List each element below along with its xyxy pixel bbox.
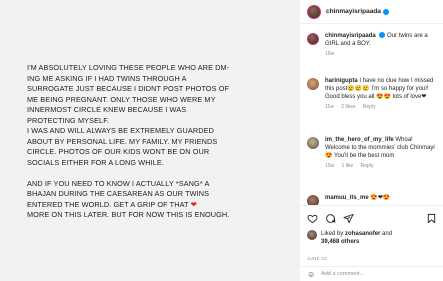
- commenter-username[interactable]: mamuu_its_me: [325, 195, 369, 201]
- post-line: SURROGATE JUST BECAUSE I DIDNT POST PHOT…: [27, 84, 230, 93]
- add-comment-bar: ☺ Add a comment...: [300, 266, 443, 281]
- verified-badge-icon: [379, 32, 386, 39]
- caption: chinmayisripaada Our twins are a GIRL an…: [307, 32, 439, 58]
- comment-meta: 15w 1 like Reply: [325, 162, 439, 170]
- post-text: I'M ABSOLUTELY LOVING THESE PEOPLE WHO A…: [27, 63, 279, 221]
- comment-body: im_the_hero_of_my_life Whoa! Welcome to …: [325, 136, 439, 170]
- liked-by-user[interactable]: zohasanofer: [345, 231, 380, 237]
- post-header: chinmayisripaada: [300, 0, 443, 24]
- caption-meta: 16w: [325, 50, 439, 58]
- heart-icon[interactable]: [307, 213, 318, 224]
- comment-item: harinigupta I have no clue how I missed …: [307, 77, 439, 111]
- post-line: ENTERED THE WORLD. GET A GRIP OF THAT ❤: [27, 200, 279, 211]
- reply-button[interactable]: Reply: [363, 104, 376, 110]
- post-line: PROTECTING MYSELF.: [27, 115, 110, 125]
- commenter-username[interactable]: im_the_hero_of_my_life: [325, 137, 394, 143]
- post-line: MORE ON THIS LATER. BUT FOR NOW THIS IS …: [27, 210, 230, 219]
- comment-time: 11w: [325, 104, 334, 110]
- likes-count[interactable]: 39,468 others: [321, 239, 359, 245]
- post-line: AND IF YOU NEED TO KNOW I ACTUALLY *SANG…: [27, 178, 210, 188]
- bookmark-icon[interactable]: [426, 213, 437, 224]
- instagram-post-view: I'M ABSOLUTELY LOVING THESE PEOPLE WHO A…: [0, 0, 443, 281]
- emoji-icon[interactable]: ☺: [307, 270, 315, 279]
- caption-body: chinmayisripaada Our twins are a GIRL an…: [325, 32, 439, 58]
- commenter-avatar[interactable]: [307, 78, 319, 90]
- comment-item: im_the_hero_of_my_life Whoa! Welcome to …: [307, 136, 439, 170]
- post-line: CIRCLE. PHOTOS OF OUR KIDS WONT BE ON OU…: [27, 147, 210, 156]
- comment-icon[interactable]: [325, 213, 336, 224]
- liked-by-and: and: [382, 231, 393, 237]
- heart-emoji: ❤: [190, 199, 197, 209]
- share-icon[interactable]: [343, 213, 354, 224]
- comments-panel: chinmayisripaada chinmayisripaada Our tw…: [299, 0, 443, 281]
- post-line: ME BEING PREGNANT. ONLY THOSE WHO WERE M…: [27, 94, 216, 104]
- post-line: I WAS AND WILL ALWAYS BE EXTREMELY GUARD…: [27, 126, 214, 135]
- action-icons: [307, 213, 354, 224]
- caption-avatar[interactable]: [307, 33, 319, 45]
- verified-badge-icon: [382, 8, 389, 15]
- reply-button[interactable]: Reply: [361, 163, 374, 169]
- post-line: ABOUT BY PERSONAL LIFE. MY FAMILY. MY FR…: [27, 136, 218, 146]
- add-comment-input[interactable]: Add a comment...: [321, 271, 364, 277]
- likes-summary: Liked by zohasanofer and 39,468 others: [307, 230, 392, 246]
- post-line-text: ENTERED THE WORLD. GET A GRIP OF THAT: [27, 199, 189, 209]
- post-line: BHAJAN DURING THE CAESAREAN AS OUR TWINS: [27, 189, 210, 198]
- likes-text: Liked by zohasanofer and 39,468 others: [321, 230, 392, 246]
- commenter-avatar[interactable]: [307, 137, 319, 149]
- commenter-username[interactable]: harinigupta: [325, 78, 358, 84]
- caption-username[interactable]: chinmayisripaada: [325, 33, 376, 39]
- post-image[interactable]: I'M ABSOLUTELY LOVING THESE PEOPLE WHO A…: [0, 0, 299, 281]
- liked-by-prefix: Liked by: [321, 231, 344, 237]
- author-username[interactable]: chinmayisripaada: [326, 8, 381, 15]
- comment-likes[interactable]: 2 likes: [341, 104, 355, 110]
- post-line: ING ME ASKING IF I HAD TWINS THROUGH A: [27, 73, 187, 83]
- comment-text: 😍❤😍: [370, 195, 391, 201]
- post-date: JUNE 22: [307, 256, 328, 261]
- author-avatar[interactable]: [307, 4, 321, 19]
- liker-avatar[interactable]: [307, 230, 317, 240]
- comment-meta: 11w 2 likes Reply: [325, 103, 439, 111]
- post-line: SOCIALS EITHER FOR A LONG WHILE.: [27, 157, 165, 167]
- post-line: I'M ABSOLUTELY LOVING THESE PEOPLE WHO A…: [27, 63, 230, 72]
- comment-likes[interactable]: 1 like: [342, 163, 354, 169]
- post-line: INNERMOST CIRCLE KNEW BECAUSE I WAS: [27, 105, 187, 114]
- comment-body: harinigupta I have no clue how I missed …: [325, 77, 439, 111]
- caption-time: 16w: [325, 51, 335, 57]
- comment-time: 15w: [325, 163, 335, 169]
- post-actions: Liked by zohasanofer and 39,468 others: [300, 205, 443, 255]
